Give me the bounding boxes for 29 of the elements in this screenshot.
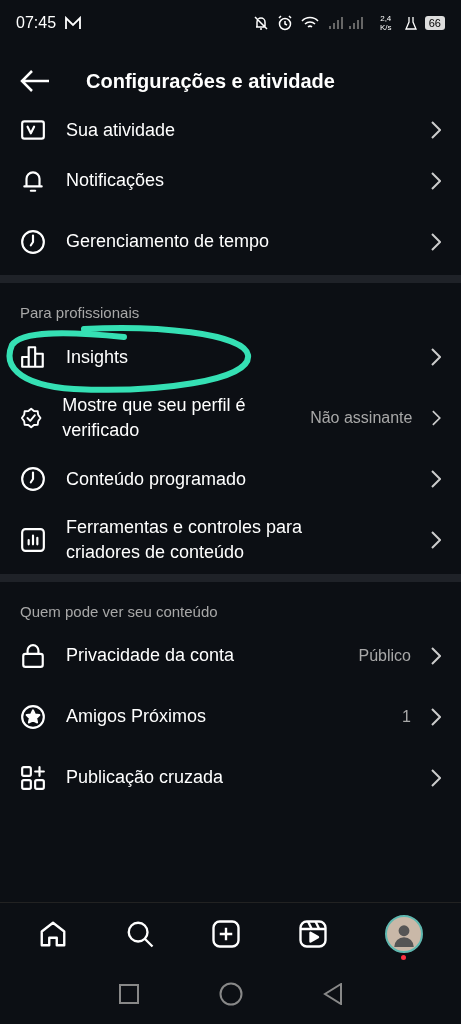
item-label: Publicação cruzada: [66, 766, 224, 789]
settings-item[interactable]: Publicação cruzada: [0, 747, 461, 808]
item-label: Insights: [66, 345, 129, 369]
item-label: Conteúdo programado: [66, 467, 247, 491]
item-label: Gerenciamento de tempo: [66, 230, 270, 253]
settings-item[interactable]: Conteúdo programado: [0, 448, 461, 510]
settings-item[interactable]: Sua atividade: [0, 110, 461, 150]
status-time: 07:45: [16, 13, 57, 33]
item-label: Ferramentas e controles para criadores de conteúdo: [66, 516, 304, 564]
item-label: Sua atividade: [66, 118, 176, 142]
settings-item[interactable]: Amigos Próximos 1: [0, 686, 461, 747]
settings-item[interactable]: Ferramentas e controles para criadores de conteúdo: [0, 509, 461, 571]
item-label: Mostre que seu perfil é verificado: [62, 394, 247, 442]
settings-item[interactable]: Insights: [0, 326, 461, 388]
section-header: Para profissionais: [19, 303, 141, 323]
settings-item[interactable]: Privacidade da conta Público: [0, 625, 461, 686]
item-value: Não assinante: [310, 408, 413, 428]
item-label: Privacidade da conta: [66, 644, 235, 667]
section-header: Quem pode ver seu conteúdo: [19, 601, 219, 622]
page-title: Configurações e atividade: [86, 69, 335, 94]
battery-level: 66: [424, 16, 445, 30]
item-value: Público: [358, 645, 411, 666]
settings-item[interactable]: Gerenciamento de tempo: [0, 211, 461, 272]
item-label: Amigos Próximos: [66, 705, 207, 728]
settings-item[interactable]: Notificações: [0, 150, 461, 211]
item-value: 1: [402, 706, 411, 727]
network-speed: 2,4 K/s: [378, 14, 393, 32]
settings-item[interactable]: Mostre que seu perfil é verificado Não assinante: [0, 387, 461, 449]
item-label: Notificações: [66, 169, 165, 192]
